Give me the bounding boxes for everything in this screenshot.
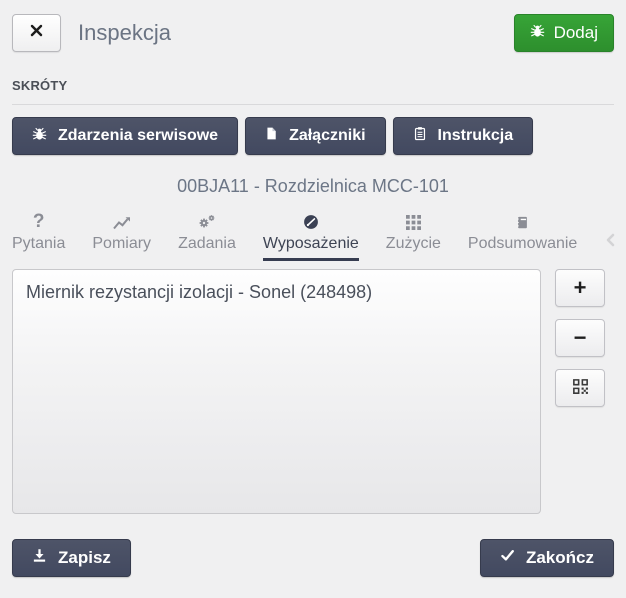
list-item[interactable]: Miernik rezystancji izolacji - Sonel (24… <box>26 279 527 306</box>
chevron-left-icon[interactable] <box>604 233 618 247</box>
tab-label: Podsumowanie <box>468 235 577 253</box>
gears-icon <box>198 213 216 230</box>
tab-pomiary[interactable]: Pomiary <box>92 213 151 261</box>
finish-button[interactable]: Zakończ <box>480 539 614 577</box>
attachments-button[interactable]: Załączniki <box>245 117 385 155</box>
tab-zadania[interactable]: Zadania <box>178 213 236 261</box>
header: Inspekcja <box>12 13 614 53</box>
save-label: Zapisz <box>58 548 111 568</box>
bug-icon <box>32 126 47 146</box>
service-events-label: Zdarzenia serwisowe <box>58 127 218 145</box>
shortcuts-label: SKRÓTY <box>12 78 67 93</box>
tab-zuzycie[interactable]: Zużycie <box>386 213 441 261</box>
notebook-icon <box>516 213 529 230</box>
asset-title: 00BJA11 - Rozdzielnica MCC-101 <box>12 176 614 197</box>
instruction-label: Instrukcja <box>438 127 514 145</box>
close-button[interactable] <box>12 14 61 52</box>
equipment-section: Miernik rezystancji izolacji - Sonel (24… <box>12 269 614 514</box>
add-item-button[interactable]: + <box>555 269 605 307</box>
shortcut-buttons-row: Zdarzenia serwisowe Załączniki <box>12 117 614 155</box>
close-icon <box>29 23 44 43</box>
grid-icon <box>406 213 421 230</box>
bug-icon <box>530 23 545 43</box>
add-button[interactable]: Dodaj <box>514 14 614 52</box>
tab-podsumowanie[interactable]: Podsumowanie <box>468 213 577 261</box>
qrcode-icon <box>572 375 589 401</box>
page-title: Inspekcja <box>78 20 171 46</box>
tab-wyposazenie[interactable]: Wyposażenie <box>263 213 359 261</box>
service-events-button[interactable]: Zdarzenia serwisowe <box>12 117 238 155</box>
equipment-list[interactable]: Miernik rezystancji izolacji - Sonel (24… <box>12 269 541 514</box>
attachments-label: Załączniki <box>289 127 365 145</box>
check-icon <box>500 548 515 568</box>
remove-item-button[interactable]: − <box>555 319 605 357</box>
instruction-button[interactable]: Instrukcja <box>393 117 534 155</box>
tab-bar: ? Pytania Pomiary <box>12 213 614 261</box>
inspection-panel: Inspekcja <box>0 0 626 577</box>
add-button-label: Dodaj <box>554 23 598 43</box>
gauge-icon <box>303 213 319 230</box>
scan-qr-button[interactable] <box>555 369 605 407</box>
plus-icon: + <box>574 275 587 301</box>
save-button[interactable]: Zapisz <box>12 539 131 577</box>
tab-label: Pomiary <box>92 235 151 253</box>
clipboard-icon <box>413 126 427 146</box>
tab-pytania[interactable]: ? Pytania <box>12 213 65 261</box>
line-chart-icon <box>113 213 131 230</box>
question-icon: ? <box>33 213 45 230</box>
finish-label: Zakończ <box>526 548 594 568</box>
tab-label: Pytania <box>12 235 65 253</box>
tab-label: Zużycie <box>386 235 441 253</box>
tab-label: Zadania <box>178 235 236 253</box>
file-icon <box>265 126 278 146</box>
list-actions: + − <box>555 269 605 514</box>
download-icon <box>32 548 47 568</box>
tab-scroll-controls <box>604 233 626 261</box>
footer: Zapisz Zakończ <box>12 539 614 577</box>
tab-label: Wyposażenie <box>263 235 359 253</box>
minus-icon: − <box>574 325 587 351</box>
shortcuts-section-header: SKRÓTY <box>12 77 614 105</box>
